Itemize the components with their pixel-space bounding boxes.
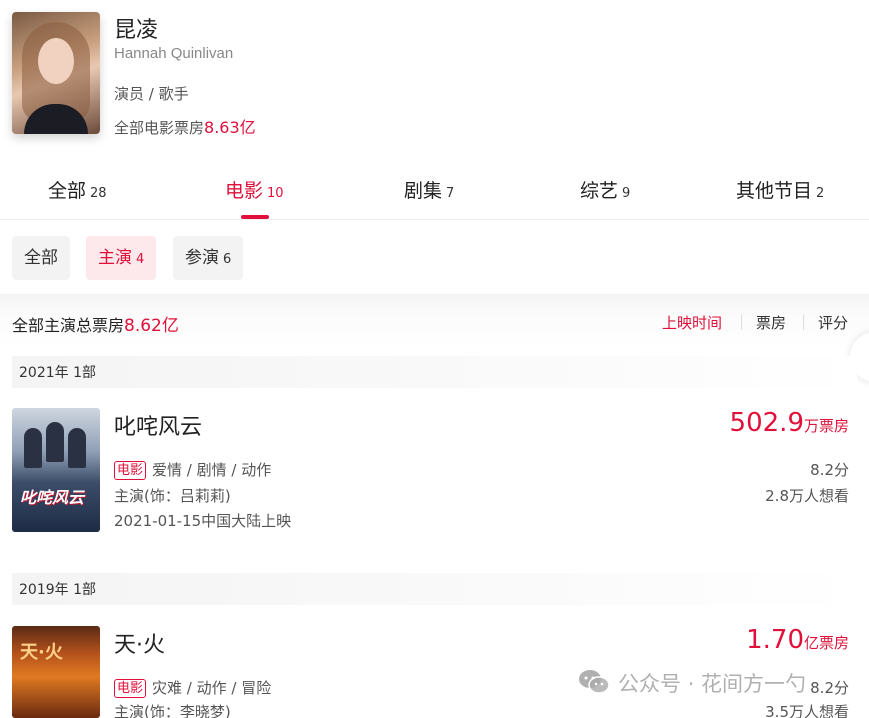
tab-series[interactable]: 剧集 7 [404,176,454,203]
tab-count: 7 [446,186,455,201]
total-box-office-value: 8.63亿 [204,118,256,137]
watermark: 公众号 · 花间方一勺 [578,668,806,698]
tab-variety[interactable]: 综艺 9 [580,176,630,203]
tab-label: 电影 [225,180,264,202]
box-office-value: 1.70 [746,625,804,655]
summary-value: 8.62亿 [124,316,179,336]
tab-movies[interactable]: 电影 10 [225,176,284,203]
wechat-icon [579,670,610,694]
sort-by-rating[interactable]: 评分 [818,312,848,333]
chip-label: 全部 [24,248,58,268]
tab-count: 28 [90,186,107,201]
movie-score: 8.2分 [810,461,849,479]
tab-count: 10 [267,186,284,201]
movie-box-office: 1.70亿票房 [746,625,849,655]
filter-chip-lead[interactable]: 主演 4 [86,236,157,280]
filter-chip-supporting[interactable]: 参演 6 [173,236,244,280]
tab-count: 9 [622,186,631,201]
active-tab-indicator [241,215,269,219]
tab-label: 剧集 [404,180,443,202]
movie-title[interactable]: 叱咤风云 [114,409,202,441]
poster-title: 天·火 [20,642,63,663]
sort-by-release-date[interactable]: 上映时间 [662,312,722,333]
movie-genres: 电影 灾难 / 动作 / 冒险 [114,677,271,698]
box-office-value: 502.9 [729,408,804,438]
chip-count: 6 [223,252,232,267]
genres-text: 爱情 / 剧情 / 动作 [152,461,272,479]
tab-other-programs[interactable]: 其他节目 2 [736,176,824,203]
filter-chip-all[interactable]: 全部 [12,236,70,280]
movie-want-to-see: 3.5万人想看 [765,703,849,718]
year-label: 2019年 1部 [19,582,96,598]
summary-label: 全部主演总票房 [12,316,125,335]
chip-label: 主演 [98,248,132,268]
tab-count: 2 [816,186,825,201]
profile-header: 昆凌 Hannah Quinlivan 演员 / 歌手 全部电影票房8.63亿 [0,0,869,160]
movie-poster[interactable]: 天·火 [12,626,100,718]
movie-type-tag: 电影 [114,461,147,480]
sort-divider [741,314,742,330]
year-group-header: 2021年 1部 [12,356,857,388]
movie-cast: 主演(饰：李晓梦) [114,703,231,718]
avatar[interactable] [12,12,100,134]
movie-cast: 主演(饰：吕莉莉) [114,487,231,505]
box-office-unit: 亿票房 [803,634,849,652]
profile-roles: 演员 / 歌手 [114,85,189,103]
movie-release: 2021-01-15中国大陆上映 [114,512,292,530]
box-office-unit: 万票房 [803,417,849,435]
movie-type-tag: 电影 [114,679,147,698]
year-label: 2021年 1部 [19,365,96,381]
movie-box-office: 502.9万票房 [730,408,849,438]
movie-genres: 电影 爱情 / 剧情 / 动作 [114,459,271,480]
profile-name: 昆凌 [114,18,159,43]
total-box-office-label: 全部电影票房 [114,119,205,137]
year-group-header: 2019年 1部 [12,573,857,605]
sort-divider [803,314,804,330]
genres-text: 灾难 / 动作 / 冒险 [152,679,272,697]
movie-poster[interactable]: 叱咤风云 [12,408,100,532]
movie-title[interactable]: 天·火 [114,627,165,659]
movie-want-to-see: 2.8万人想看 [765,487,849,505]
tab-all[interactable]: 全部 28 [48,176,107,203]
sort-by-box-office[interactable]: 票房 [756,312,786,333]
chip-count: 4 [136,252,145,267]
tab-label: 综艺 [580,180,619,202]
watermark-text: 公众号 · 花间方一勺 [618,672,807,696]
lead-total-box-office: 全部主演总票房8.62亿 [12,311,179,336]
category-tabs: 全部 28 电影 10 剧集 7 综艺 9 其他节目 2 [0,168,869,220]
tab-label: 全部 [48,180,87,202]
poster-title: 叱咤风云 [20,488,85,507]
profile-english-name: Hannah Quinlivan [114,45,234,62]
profile-total-box-office: 全部电影票房8.63亿 [114,114,256,138]
tab-label: 其他节目 [736,180,813,202]
chip-label: 参演 [185,248,219,268]
movie-score: 8.2分 [810,679,849,697]
